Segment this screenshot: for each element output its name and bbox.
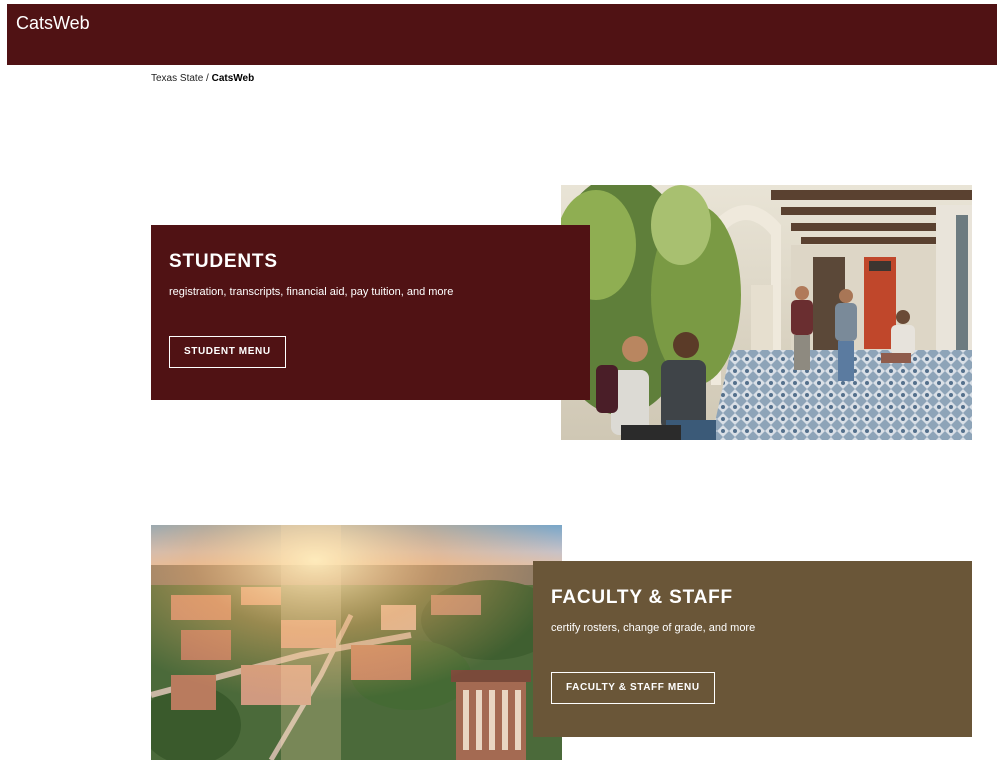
breadcrumb-separator: / xyxy=(203,73,212,84)
students-description: registration, transcripts, financial aid… xyxy=(169,286,454,298)
breadcrumb: Texas State / CatsWeb xyxy=(151,73,254,85)
students-heading: STUDENTS xyxy=(169,251,278,272)
faculty-staff-description: certify rosters, change of grade, and mo… xyxy=(551,622,756,634)
site-header: CatsWeb xyxy=(7,4,997,65)
breadcrumb-current: CatsWeb xyxy=(211,73,255,84)
breadcrumb-parent-link[interactable]: Texas State xyxy=(151,73,203,84)
students-photo xyxy=(561,185,972,440)
faculty-staff-heading: FACULTY & STAFF xyxy=(551,587,733,608)
faculty-staff-card: FACULTY & STAFF certify rosters, change … xyxy=(533,561,972,737)
site-title-link[interactable]: CatsWeb xyxy=(16,13,90,33)
student-menu-button[interactable]: STUDENT MENU xyxy=(169,336,286,368)
students-card: STUDENTS registration, transcripts, fina… xyxy=(151,225,590,400)
faculty-staff-menu-button[interactable]: FACULTY & STAFF MENU xyxy=(551,672,715,704)
campus-aerial-photo xyxy=(151,525,562,760)
